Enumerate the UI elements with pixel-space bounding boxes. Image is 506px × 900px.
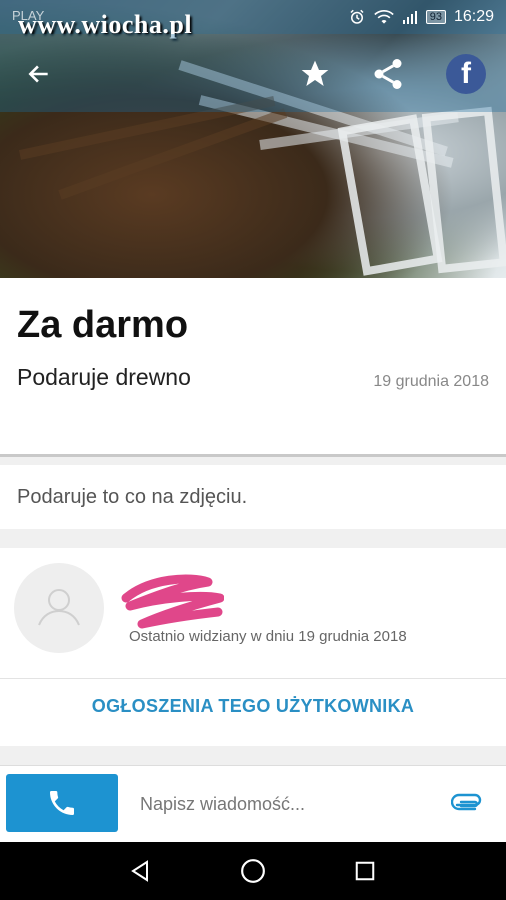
last-seen-text: Ostatnio widziany w dniu 19 grudnia 2018 <box>129 628 407 645</box>
share-button[interactable] <box>366 52 410 96</box>
system-nav-bar <box>0 842 506 900</box>
phone-icon <box>50 791 74 815</box>
wifi-icon <box>373 10 394 24</box>
top-toolbar: f <box>0 34 506 112</box>
battery-icon: 93 <box>425 10 446 24</box>
nav-home-button[interactable] <box>237 855 269 887</box>
recents-square-icon <box>355 861 375 881</box>
paperclip-icon <box>451 793 482 811</box>
message-input[interactable] <box>140 790 430 818</box>
status-icons: 93 16:29 <box>348 8 494 26</box>
listing-title: Za darmo <box>17 304 189 346</box>
call-button[interactable] <box>6 774 118 832</box>
clock-time: 16:29 <box>453 8 494 25</box>
listing-date: 19 grudnia 2018 <box>373 373 489 390</box>
status-bar: PLAY www.wiocha.pl 93 16:29 <box>0 0 506 39</box>
avatar[interactable] <box>14 563 104 653</box>
section-divider <box>0 454 506 457</box>
favorite-button[interactable] <box>293 52 337 96</box>
star-icon <box>301 60 329 86</box>
share-icon <box>374 59 402 89</box>
facebook-button[interactable]: f <box>444 52 488 96</box>
listing-subtitle: Podaruje drewno <box>17 364 191 390</box>
home-circle-icon <box>241 859 265 883</box>
listing-description: Podaruje to co na zdjęciu. <box>17 486 248 508</box>
signal-icon <box>402 11 417 24</box>
back-triangle-icon <box>131 860 148 882</box>
arrow-left-icon <box>28 65 48 83</box>
app-screen: PLAY www.wiocha.pl 93 16:29 f Za darmo P… <box>0 0 506 900</box>
attach-button[interactable] <box>450 788 484 818</box>
alarm-icon <box>350 9 364 24</box>
user-placeholder-icon <box>38 589 80 626</box>
facebook-icon: f <box>446 54 486 94</box>
user-card-divider <box>0 678 506 679</box>
nav-back-button[interactable] <box>124 855 156 887</box>
redacted-username-scribble <box>121 574 224 629</box>
nav-recents-button[interactable] <box>349 855 381 887</box>
user-ads-link[interactable]: OGŁOSZENIA TEGO UŻYTKOWNIKA <box>0 696 506 717</box>
back-button[interactable] <box>17 52 61 96</box>
